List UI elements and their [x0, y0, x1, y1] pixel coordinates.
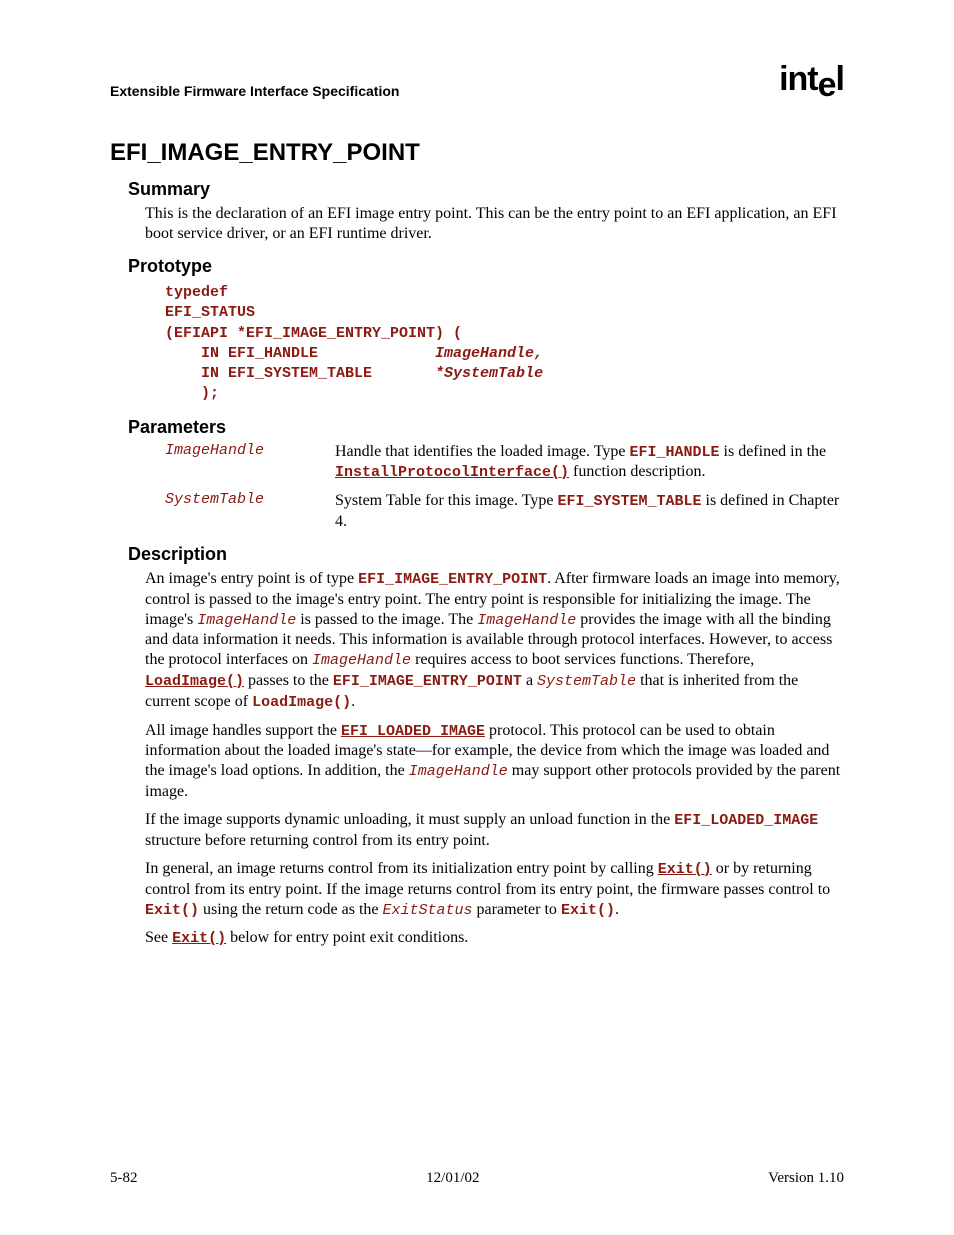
- description-para-3: If the image supports dynamic unloading,…: [145, 810, 844, 851]
- efi-loaded-image-link[interactable]: EFI_LOADED_IMAGE: [341, 723, 485, 740]
- footer-version: Version 1.10: [768, 1170, 844, 1187]
- prototype-code: typedef EFI_STATUS (EFIAPI *EFI_IMAGE_EN…: [165, 283, 844, 405]
- parameters-heading: Parameters: [128, 417, 844, 438]
- doc-title: Extensible Firmware Interface Specificat…: [110, 83, 399, 99]
- page-header: Extensible Firmware Interface Specificat…: [110, 60, 844, 99]
- description-heading: Description: [128, 544, 844, 565]
- param-row: ImageHandle Handle that identifies the l…: [165, 442, 844, 484]
- page-footer: 5-82 12/01/02 Version 1.10: [110, 1170, 844, 1187]
- summary-heading: Summary: [128, 179, 844, 200]
- summary-text: This is the declaration of an EFI image …: [145, 204, 844, 244]
- description-para-4: In general, an image returns control fro…: [145, 859, 844, 921]
- param-name: ImageHandle: [165, 442, 335, 484]
- loadimage-link[interactable]: LoadImage(): [145, 673, 244, 690]
- param-desc: System Table for this image. Type EFI_SY…: [335, 491, 844, 532]
- description-para-1: An image's entry point is of type EFI_IM…: [145, 569, 844, 713]
- footer-page: 5-82: [110, 1170, 138, 1187]
- prototype-heading: Prototype: [128, 256, 844, 277]
- footer-date: 12/01/02: [426, 1170, 479, 1187]
- parameters-table: ImageHandle Handle that identifies the l…: [165, 442, 844, 532]
- param-desc: Handle that identifies the loaded image.…: [335, 442, 844, 484]
- exit-link-2[interactable]: Exit(): [172, 930, 226, 947]
- description-para-2: All image handles support the EFI_LOADED…: [145, 721, 844, 803]
- page-title: EFI_IMAGE_ENTRY_POINT: [110, 139, 844, 167]
- install-protocol-link[interactable]: InstallProtocolInterface(): [335, 464, 569, 481]
- param-row: SystemTable System Table for this image.…: [165, 491, 844, 532]
- exit-link[interactable]: Exit(): [658, 861, 712, 878]
- param-name: SystemTable: [165, 491, 335, 532]
- description-para-5: See Exit() below for entry point exit co…: [145, 928, 844, 949]
- intel-logo: intel: [779, 60, 844, 99]
